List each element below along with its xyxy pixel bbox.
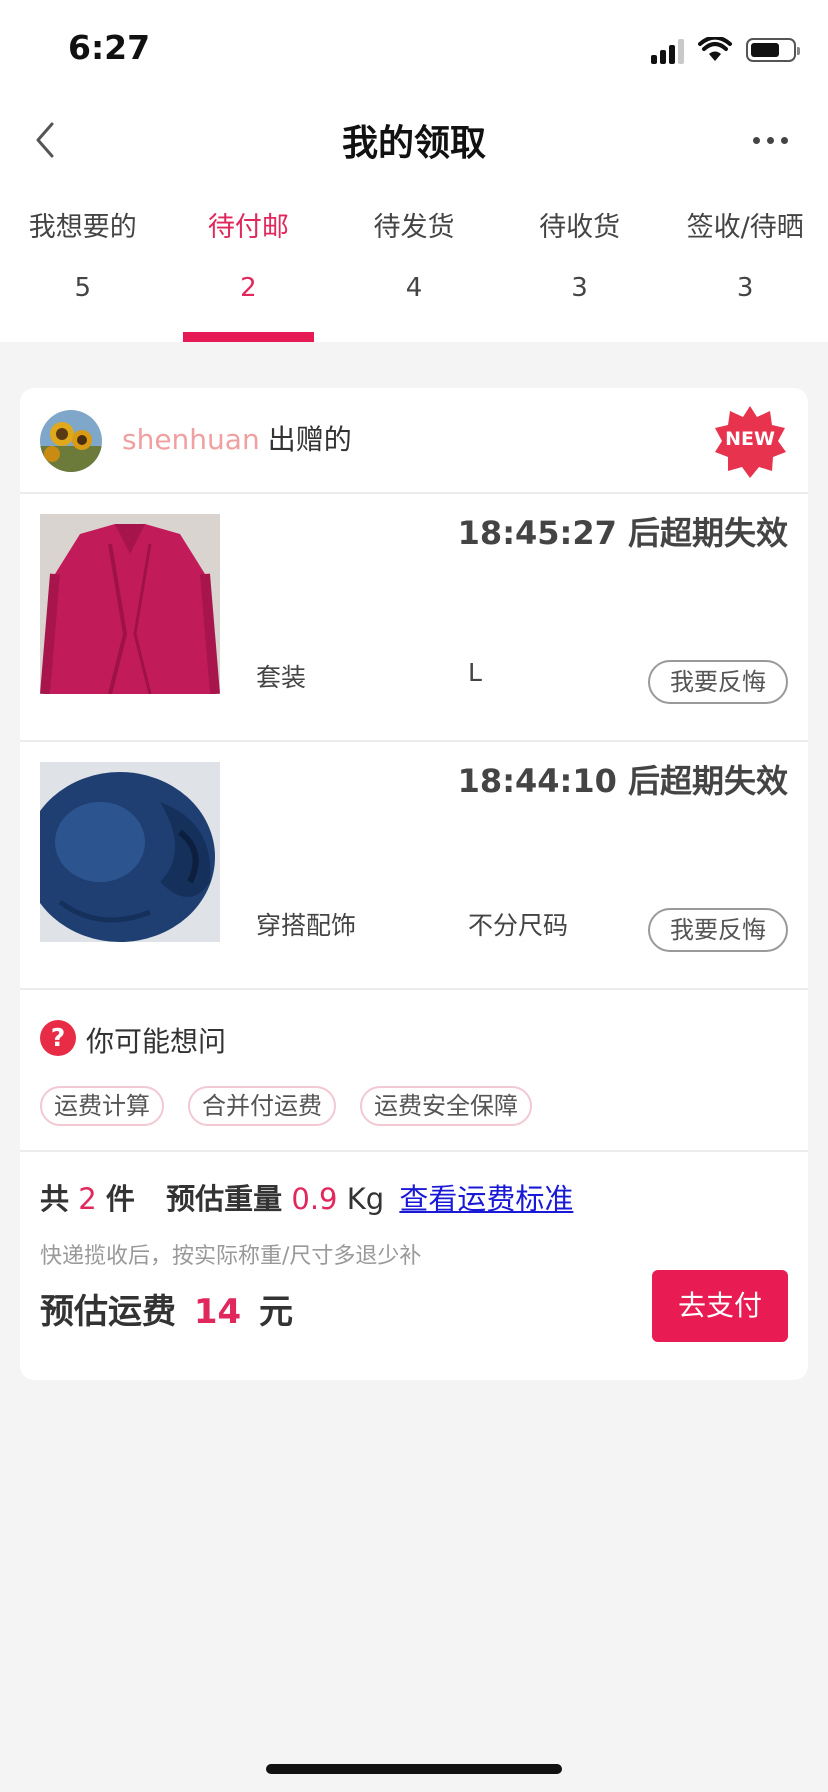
shipping-note: 快递揽收后，按实际称重/尺寸多退少补 bbox=[40, 1244, 422, 1269]
new-badge: NEW bbox=[712, 404, 788, 480]
item-size: 不分尺码 bbox=[468, 911, 569, 940]
item-category: 穿搭配饰 bbox=[256, 911, 357, 940]
signal-icon bbox=[651, 36, 684, 64]
battery-icon bbox=[746, 38, 800, 62]
wifi-icon bbox=[698, 37, 732, 61]
tab-pending-shipment[interactable]: 待发货 4 bbox=[331, 210, 497, 342]
regret-button[interactable]: 我要反悔 bbox=[648, 908, 788, 952]
more-button[interactable] bbox=[740, 122, 800, 158]
active-tab-indicator bbox=[182, 332, 315, 342]
faq-title: 你可能想问 bbox=[86, 1025, 227, 1058]
regret-button[interactable]: 我要反悔 bbox=[648, 660, 788, 704]
page-title: 我的领取 bbox=[341, 123, 486, 164]
sunflower-avatar-image bbox=[40, 410, 102, 472]
nav-bar: 我的领取 bbox=[0, 100, 828, 180]
weight-label: 预估重量 bbox=[166, 1182, 283, 1216]
total-count: 2 bbox=[78, 1182, 97, 1216]
top-panel: 6:27 我的领取 我想要的 5 待付邮 2 待发货 4 待收货 3 签收/待晒… bbox=[0, 0, 828, 342]
pay-button[interactable]: 去支付 bbox=[652, 1270, 788, 1342]
weight-value: 0.9 bbox=[291, 1182, 338, 1216]
estimated-fee: 预估运费 14 元 bbox=[40, 1284, 293, 1333]
fee-label: 预估运费 bbox=[40, 1292, 176, 1332]
tab-label: 待发货 bbox=[373, 212, 455, 243]
faq-chips: 运费计算 合并付运费 运费安全保障 bbox=[40, 1086, 532, 1126]
avatar[interactable] bbox=[40, 410, 102, 472]
shipping-standard-link[interactable]: 查看运费标准 bbox=[399, 1182, 573, 1216]
list-item: 18:44:10 后超期失效 穿搭配饰 不分尺码 我要反悔 bbox=[20, 742, 808, 988]
blue-cap-image bbox=[40, 762, 220, 942]
tab-label: 待收货 bbox=[539, 212, 621, 243]
tab-count: 3 bbox=[736, 273, 754, 303]
total-unit: 件 bbox=[105, 1182, 135, 1216]
jacket-image bbox=[40, 514, 220, 694]
more-dots-icon bbox=[752, 136, 788, 144]
product-image-accessory[interactable] bbox=[40, 762, 220, 942]
question-icon: ? bbox=[40, 1020, 76, 1056]
home-indicator bbox=[266, 1764, 562, 1774]
payment-summary: 共 2 件 预估重量 0.9 Kg 查看运费标准 快递揽收后，按实际称重/尺寸多… bbox=[20, 1152, 808, 1380]
tab-label: 我想要的 bbox=[28, 212, 137, 243]
fee-unit: 元 bbox=[259, 1292, 294, 1332]
total-prefix: 共 bbox=[40, 1182, 70, 1216]
giver-header: shenhuan 出赠的 NEW bbox=[20, 388, 808, 492]
new-badge-label: NEW bbox=[725, 428, 775, 450]
giver-username[interactable]: shenhuan bbox=[122, 423, 260, 456]
tab-count: 4 bbox=[405, 273, 423, 303]
list-item: 18:45:27 后超期失效 套装 L 我要反悔 bbox=[20, 494, 808, 740]
expiry-timer: 18:45:27 后超期失效 bbox=[457, 514, 788, 552]
tab-pending-receipt[interactable]: 待收货 3 bbox=[497, 210, 663, 342]
fee-value: 14 bbox=[193, 1292, 242, 1332]
faq-chip-shipping-calc[interactable]: 运费计算 bbox=[40, 1086, 164, 1126]
tab-count: 2 bbox=[240, 273, 257, 303]
tab-wanted[interactable]: 我想要的 5 bbox=[0, 210, 166, 342]
faq-chip-shipping-safety[interactable]: 运费安全保障 bbox=[360, 1086, 532, 1126]
status-icons bbox=[651, 34, 800, 66]
summary-line: 共 2 件 预估重量 0.9 Kg 查看运费标准 bbox=[40, 1176, 573, 1218]
product-image-jacket[interactable] bbox=[40, 514, 220, 694]
giver-text: shenhuan 出赠的 bbox=[122, 418, 352, 458]
status-time: 6:27 bbox=[68, 28, 151, 67]
order-card: shenhuan 出赠的 NEW 18:45:27 后超期失效 套装 L 我要反悔 bbox=[20, 388, 808, 1380]
faq-chip-merge-shipping[interactable]: 合并付运费 bbox=[188, 1086, 336, 1126]
tab-label: 待付邮 bbox=[207, 212, 289, 243]
status-bar: 6:27 bbox=[0, 0, 828, 100]
expiry-timer: 18:44:10 后超期失效 bbox=[457, 762, 788, 800]
faq-section: ? 你可能想问 运费计算 合并付运费 运费安全保障 bbox=[20, 990, 808, 1126]
tab-label: 签收/待晒 bbox=[686, 212, 804, 243]
tab-received-showcase[interactable]: 签收/待晒 3 bbox=[662, 210, 828, 342]
tab-pending-postage[interactable]: 待付邮 2 bbox=[166, 210, 332, 342]
tab-count: 5 bbox=[74, 273, 92, 303]
weight-unit: Kg bbox=[346, 1182, 385, 1216]
giver-suffix: 出赠的 bbox=[267, 423, 352, 456]
item-category: 套装 bbox=[256, 663, 307, 692]
item-size: L bbox=[468, 658, 482, 687]
tab-count: 3 bbox=[571, 273, 588, 303]
tab-bar: 我想要的 5 待付邮 2 待发货 4 待收货 3 签收/待晒 3 bbox=[0, 210, 828, 342]
